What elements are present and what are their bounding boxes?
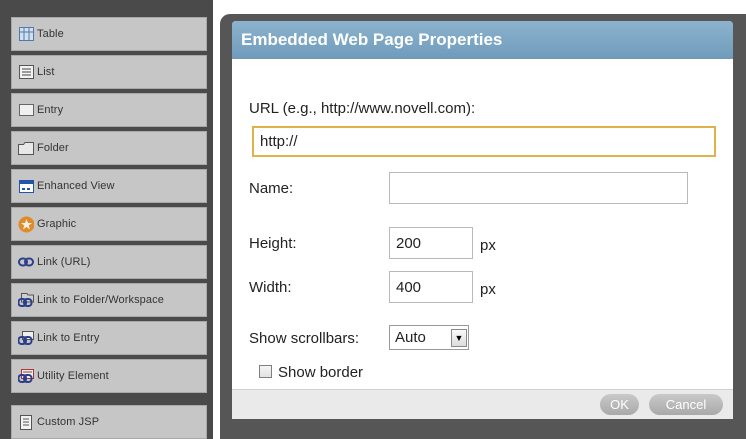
height-unit: px [480,237,496,254]
palette-item-label: Enhanced View [37,180,115,192]
ok-button[interactable]: OK [600,394,639,415]
palette-item-label: Graphic [37,218,77,230]
list-icon [18,64,34,80]
utility-icon [18,368,34,384]
scrollbars-select[interactable]: Auto ▼ [389,325,469,350]
palette-item-label: Link (URL) [37,256,91,268]
palette-item-custom-jsp[interactable]: Custom JSP [11,405,207,439]
cancel-button[interactable]: Cancel [649,394,723,415]
jsp-icon [18,414,34,430]
width-input[interactable] [389,271,473,303]
height-input[interactable] [389,227,473,259]
folder-icon [18,140,34,156]
link-icon [18,254,34,270]
palette-item-label: Custom JSP [37,416,100,428]
element-palette: Table List Entry Folder Enhanced View Gr… [0,0,213,439]
graphic-icon [18,216,34,232]
entry-icon [18,102,34,118]
dialog-body: URL (e.g., http://www.novell.com): Name:… [232,59,733,389]
name-input[interactable] [389,172,688,204]
palette-item-label: Link to Entry [37,332,100,344]
scrollbars-label: Show scrollbars: [249,330,360,347]
show-border-checkbox[interactable] [259,365,272,378]
palette-item-utility[interactable]: Utility Element [11,359,207,393]
embedded-web-page-dialog: Embedded Web Page Properties URL (e.g., … [232,21,733,419]
width-unit: px [480,281,496,298]
link-folder-icon [18,292,34,308]
palette-item-enhanced-view[interactable]: Enhanced View [11,169,207,203]
palette-item-graphic[interactable]: Graphic [11,207,207,241]
palette-item-label: Link to Folder/Workspace [37,294,164,306]
palette-item-link-url[interactable]: Link (URL) [11,245,207,279]
height-label: Height: [249,235,297,252]
palette-item-label: Folder [37,142,69,154]
palette-item-label: Entry [37,104,64,116]
palette-item-link-entry[interactable]: Link to Entry [11,321,207,355]
link-entry-icon [18,330,34,346]
enhanced-view-icon [18,178,34,194]
palette-item-label: Utility Element [37,370,109,382]
palette-item-entry[interactable]: Entry [11,93,207,127]
palette-item-list[interactable]: List [11,55,207,89]
url-input[interactable] [252,126,716,157]
dialog-title[interactable]: Embedded Web Page Properties [232,21,733,59]
scrollbars-value: Auto [395,329,426,346]
dialog-footer: OK Cancel [232,389,733,419]
name-label: Name: [249,180,294,197]
palette-item-link-folder[interactable]: Link to Folder/Workspace [11,283,207,317]
palette-item-label: Table [37,28,64,40]
palette-item-table[interactable]: Table [11,17,207,51]
url-label: URL (e.g., http://www.novell.com): [249,100,476,117]
table-icon [18,26,34,42]
width-label: Width: [249,279,292,296]
chevron-down-icon[interactable]: ▼ [451,328,467,347]
show-border-label: Show border [278,364,364,381]
palette-item-label: List [37,66,55,78]
palette-item-folder[interactable]: Folder [11,131,207,165]
